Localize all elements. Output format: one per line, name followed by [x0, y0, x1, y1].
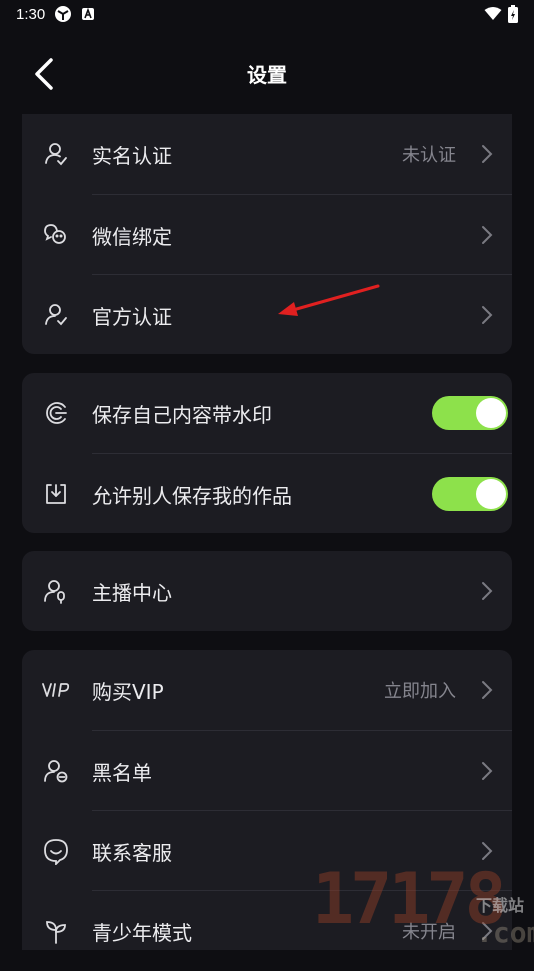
site-watermark: 17178 下载站 .com [308, 858, 534, 950]
user-verify-icon [42, 140, 70, 168]
row-label: 允许别人保存我的作品 [92, 483, 292, 508]
allow-save-toggle[interactable] [432, 477, 508, 511]
watermark-icon [42, 399, 70, 427]
annotation-arrow-icon [278, 284, 380, 316]
row-value: 未认证 [402, 145, 456, 166]
accessibility-icon [82, 7, 95, 20]
chevron-right-icon [478, 579, 496, 603]
settings-row-blacklist[interactable]: 黑名单 [22, 731, 512, 811]
watermark-number: 17178 [312, 858, 507, 940]
header: 设置 [0, 40, 534, 106]
settings-row-official-verify[interactable]: 官方认证 [22, 275, 512, 355]
status-bar: 1:30 [0, 0, 534, 28]
chevron-right-icon [478, 759, 496, 783]
row-label: 青少年模式 [92, 920, 192, 945]
toggle-knob [476, 398, 506, 428]
chevron-right-icon [478, 303, 496, 327]
sprout-icon [42, 917, 70, 945]
settings-row-watermark: 保存自己内容带水印 [22, 373, 512, 453]
row-label: 官方认证 [92, 304, 172, 329]
chevron-right-icon [478, 142, 496, 166]
streamer-card: 主播中心 [22, 551, 512, 631]
status-time: 1:30 [16, 5, 46, 23]
app-notification-icon [55, 6, 72, 22]
wifi-icon [484, 7, 502, 20]
watermark-toggle[interactable] [432, 396, 508, 430]
vip-icon [42, 676, 70, 704]
settings-row-real-name[interactable]: 实名认证 未认证 [22, 114, 512, 194]
row-label: 保存自己内容带水印 [92, 402, 272, 427]
page-title: 设置 [247, 62, 287, 87]
official-verify-icon [42, 301, 70, 329]
battery-icon [508, 5, 518, 23]
wechat-icon [42, 221, 70, 249]
settings-row-vip[interactable]: 购买VIP 立即加入 [22, 650, 512, 730]
watermark-tag: 下载站 [476, 896, 525, 915]
row-value: 立即加入 [384, 681, 456, 702]
customer-service-icon [42, 837, 70, 865]
back-button[interactable] [24, 54, 64, 94]
watermark-suffix: .com [476, 916, 534, 949]
settings-row-wechat[interactable]: 微信绑定 [22, 195, 512, 275]
row-label: 联系客服 [92, 840, 172, 865]
chevron-right-icon [478, 223, 496, 247]
row-label: 购买VIP [92, 679, 164, 704]
streamer-icon [42, 577, 70, 605]
row-label: 实名认证 [92, 143, 172, 168]
settings-row-allow-save: 允许别人保存我的作品 [22, 454, 512, 534]
download-settings-card: 保存自己内容带水印 允许别人保存我的作品 [22, 373, 512, 533]
account-settings-card: 实名认证 未认证 微信绑定 官方认证 [22, 114, 512, 354]
download-icon [42, 480, 70, 508]
chevron-left-icon [35, 58, 53, 90]
row-label: 黑名单 [92, 760, 152, 785]
settings-row-streamer-center[interactable]: 主播中心 [22, 551, 512, 631]
row-label: 微信绑定 [92, 224, 172, 249]
blacklist-icon [42, 757, 70, 785]
toggle-knob [476, 479, 506, 509]
chevron-right-icon [478, 678, 496, 702]
row-label: 主播中心 [92, 580, 172, 605]
